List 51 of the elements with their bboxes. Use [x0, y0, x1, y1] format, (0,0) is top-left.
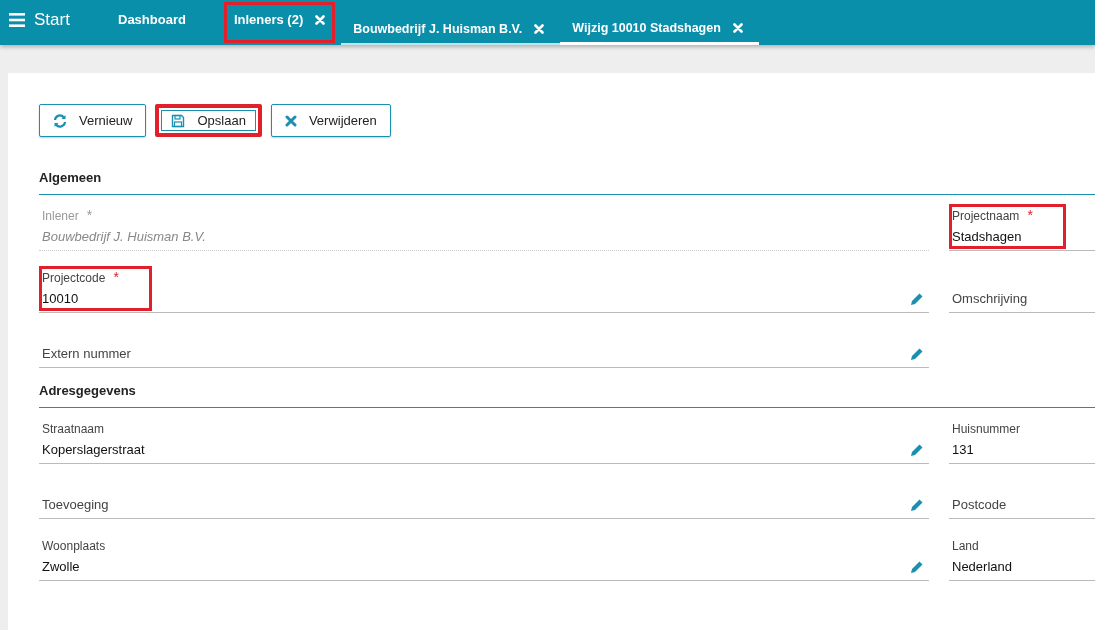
pencil-icon[interactable] — [910, 347, 924, 361]
input-field[interactable]: Toevoeging — [39, 479, 929, 519]
input-field[interactable]: Extern nummer — [39, 328, 929, 368]
field-label: Omschrijving — [952, 291, 1028, 306]
field-value: Bouwbedrijf J. Huisman B.V. — [42, 229, 206, 244]
field-value: Stadshagen — [952, 229, 1023, 244]
field-value: Koperslagerstraat — [42, 442, 145, 457]
field-value: Nederland — [952, 559, 1012, 574]
section-title: Algemeen — [39, 170, 1095, 195]
field-value: 131 — [952, 442, 975, 457]
input-field[interactable]: Huisnummer 131 — [949, 417, 1095, 464]
tab[interactable]: Bouwbedrijf J. Huisman B.V. — [341, 15, 561, 45]
delete-icon — [284, 114, 297, 127]
input-field[interactable]: Land Nederland — [949, 534, 1095, 581]
field-value: Zwolle — [42, 559, 81, 574]
pencil-icon[interactable] — [910, 498, 924, 512]
required-asterisk: * — [113, 271, 119, 285]
field-label: Projectnaam — [952, 209, 1020, 223]
tab[interactable]: Wijzig 10010 Stadshagen — [560, 14, 759, 45]
field-label: Projectcode — [42, 271, 106, 285]
pencil-icon[interactable] — [910, 560, 924, 574]
refresh-icon — [53, 113, 67, 128]
required-asterisk: * — [1027, 209, 1033, 223]
start-menu-button[interactable]: Start — [0, 0, 118, 45]
field-label: Straatnaam — [42, 422, 105, 436]
input-field[interactable]: Projectcode * 10010 — [39, 266, 929, 313]
section-title: Adresgegevens — [39, 383, 1095, 408]
required-asterisk: * — [86, 209, 93, 223]
toolbar-button[interactable]: Vernieuw — [39, 104, 147, 137]
close-icon[interactable] — [534, 24, 545, 34]
field-label: Toevoeging — [42, 497, 109, 512]
field-value: 10010 — [42, 291, 80, 306]
toolbar-button[interactable]: Opslaan — [155, 104, 262, 137]
field-label: Inlener — [42, 209, 79, 223]
input-field[interactable]: Postcode — [949, 479, 1095, 519]
field-label: Extern nummer — [42, 346, 131, 361]
toolbar-button[interactable]: Verwijderen — [270, 104, 391, 137]
pencil-icon[interactable] — [910, 443, 924, 457]
field-label: Postcode — [952, 497, 1007, 512]
close-icon[interactable] — [732, 23, 743, 33]
menu-icon — [9, 12, 25, 27]
field-label: Land — [952, 539, 979, 553]
input-field[interactable]: Straatnaam Koperslagerstraat — [39, 417, 929, 464]
tab[interactable]: Dashboard — [118, 0, 198, 45]
input-field[interactable]: Omschrijving — [949, 266, 1095, 313]
field-label: Huisnummer — [952, 422, 1020, 436]
input-field[interactable]: Woonplaats Zwolle — [39, 534, 929, 581]
pencil-icon[interactable] — [910, 292, 924, 306]
close-icon[interactable] — [315, 14, 326, 25]
tab[interactable]: Inleners (2) — [221, 0, 338, 45]
field-label: Woonplaats — [42, 539, 106, 553]
